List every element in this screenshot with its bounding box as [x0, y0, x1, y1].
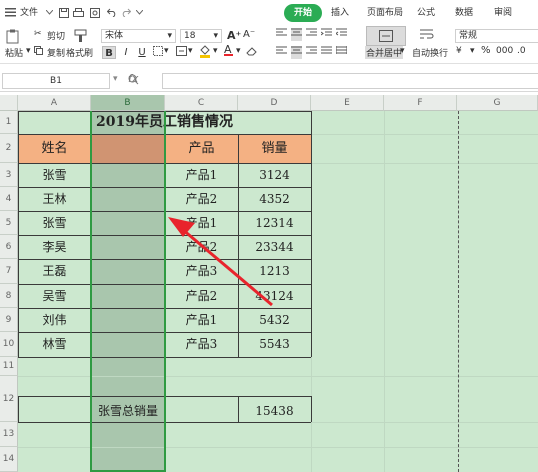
- redo-icon[interactable]: [120, 7, 131, 18]
- font-size-value: 18: [184, 31, 196, 41]
- tab-formulas[interactable]: 公式: [417, 0, 435, 26]
- number-format-value: 常规: [459, 31, 478, 41]
- scissors-icon[interactable]: ✂: [34, 29, 42, 39]
- font-name-value: 宋体: [105, 31, 124, 41]
- print-preview-icon[interactable]: [89, 7, 100, 18]
- thousands-separator-icon[interactable]: 000: [496, 46, 513, 56]
- percent-button[interactable]: %: [481, 45, 491, 56]
- paste-button[interactable]: 粘贴: [5, 46, 23, 59]
- underline-button[interactable]: U: [135, 46, 149, 59]
- align-right-icon[interactable]: [306, 46, 317, 59]
- chevron-down-icon[interactable]: ▾: [26, 46, 31, 56]
- arrow-shaft: [181, 227, 273, 307]
- name-box[interactable]: B1: [2, 73, 110, 89]
- annotation-arrow: [168, 217, 273, 307]
- arrow-head: [168, 217, 195, 237]
- file-menu[interactable]: 文件: [20, 0, 38, 26]
- font-size-select[interactable]: 18 ▾: [180, 29, 222, 43]
- align-justify-icon[interactable]: [321, 46, 332, 59]
- currency-icon[interactable]: ¥: [456, 46, 462, 56]
- eraser-icon[interactable]: [246, 46, 257, 59]
- number-format-select[interactable]: 常规: [455, 29, 538, 43]
- indent-increase-icon[interactable]: [335, 28, 347, 41]
- chevron-down-icon[interactable]: ▾: [236, 46, 241, 56]
- fx-icon[interactable]: fx: [128, 72, 138, 85]
- ribbon-toolbar: 粘贴 ▾ ✂ 剪切 复制 格式刷 宋体 ▾ 18 ▾ A⁺ A⁻ B I U ▾ ▾…: [0, 26, 538, 64]
- cut-button[interactable]: 剪切: [47, 29, 65, 42]
- tab-data[interactable]: 数据: [455, 0, 473, 26]
- increase-decimal-icon[interactable]: .0: [517, 46, 526, 56]
- format-painter-button[interactable]: 格式刷: [66, 46, 93, 59]
- undo-icon[interactable]: [106, 7, 117, 18]
- tab-home[interactable]: 开始: [284, 4, 323, 22]
- distributed-icon[interactable]: [335, 46, 348, 59]
- bold-button[interactable]: B: [102, 46, 116, 59]
- chevron-down-icon[interactable]: ▾: [188, 46, 193, 56]
- tab-page-layout[interactable]: 页面布局: [367, 0, 403, 26]
- font-name-select[interactable]: 宋体 ▾: [101, 29, 176, 43]
- fill-color-icon[interactable]: [199, 45, 211, 61]
- align-left-icon[interactable]: [276, 46, 287, 59]
- spreadsheet-grid: A B C D E F G 1 2 3 4 5 6 7 8 9 10 11 12…: [0, 95, 538, 472]
- menu-bar: 文件 开始 插入 页面布局 公式 数据 审阅: [0, 0, 538, 26]
- wrap-text-icon[interactable]: [420, 28, 434, 44]
- increase-font-icon[interactable]: A⁺: [227, 29, 241, 42]
- align-top-right-icon[interactable]: [306, 28, 317, 41]
- merge-center-button[interactable]: 合并居中: [365, 46, 404, 59]
- decrease-font-icon[interactable]: A⁻: [243, 29, 255, 40]
- paste-icon[interactable]: [6, 29, 20, 47]
- chevron-down-icon[interactable]: ▾: [113, 74, 118, 84]
- chevron-down-icon[interactable]: ▾: [470, 46, 475, 56]
- chevron-down-icon[interactable]: [44, 7, 55, 18]
- font-color-icon[interactable]: A: [224, 43, 233, 56]
- formula-input[interactable]: [162, 73, 538, 89]
- indent-decrease-icon[interactable]: [320, 28, 332, 41]
- align-top-center-icon[interactable]: [291, 28, 302, 41]
- tab-insert[interactable]: 插入: [331, 0, 349, 26]
- align-center-icon[interactable]: [291, 46, 302, 59]
- chevron-down-icon[interactable]: ▾: [213, 46, 218, 56]
- merge-cells-icon[interactable]: [176, 46, 187, 59]
- chevron-down-icon: ▾: [167, 31, 172, 41]
- print-icon[interactable]: [73, 7, 84, 18]
- chevron-down-icon[interactable]: ▾: [164, 46, 169, 56]
- chevron-down-icon[interactable]: [134, 7, 145, 18]
- border-icon[interactable]: [153, 46, 163, 59]
- wrap-text-button[interactable]: 自动换行: [412, 46, 448, 59]
- merge-center-icon[interactable]: [366, 26, 406, 46]
- copy-icon[interactable]: [34, 46, 43, 58]
- align-top-left-icon[interactable]: [276, 28, 287, 41]
- menu-icon[interactable]: [5, 7, 16, 18]
- chevron-down-icon[interactable]: ▾: [400, 46, 405, 56]
- format-painter-icon[interactable]: [74, 29, 87, 46]
- italic-button[interactable]: I: [119, 46, 133, 59]
- copy-button[interactable]: 复制: [47, 46, 65, 59]
- save-icon[interactable]: [58, 7, 69, 18]
- formula-bar: B1 ▾ fx: [0, 68, 538, 92]
- chevron-down-icon: ▾: [213, 31, 218, 41]
- tab-review[interactable]: 审阅: [494, 0, 512, 26]
